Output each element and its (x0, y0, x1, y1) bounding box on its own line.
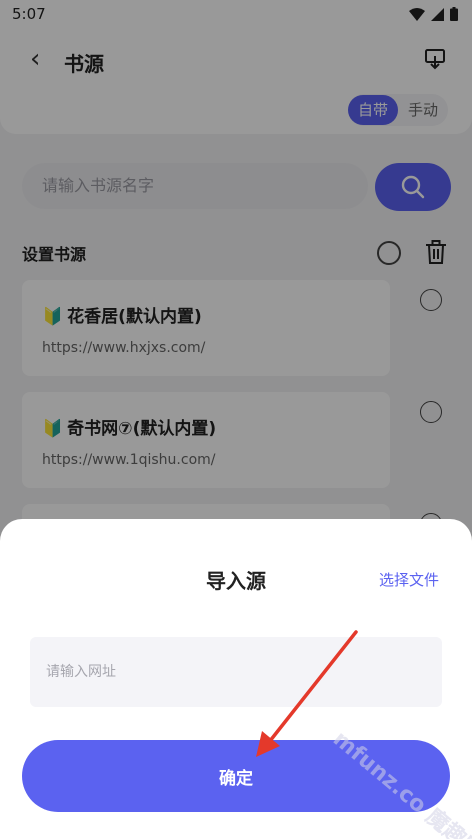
url-input[interactable] (30, 637, 442, 707)
choose-file-link[interactable]: 选择文件 (379, 569, 439, 590)
